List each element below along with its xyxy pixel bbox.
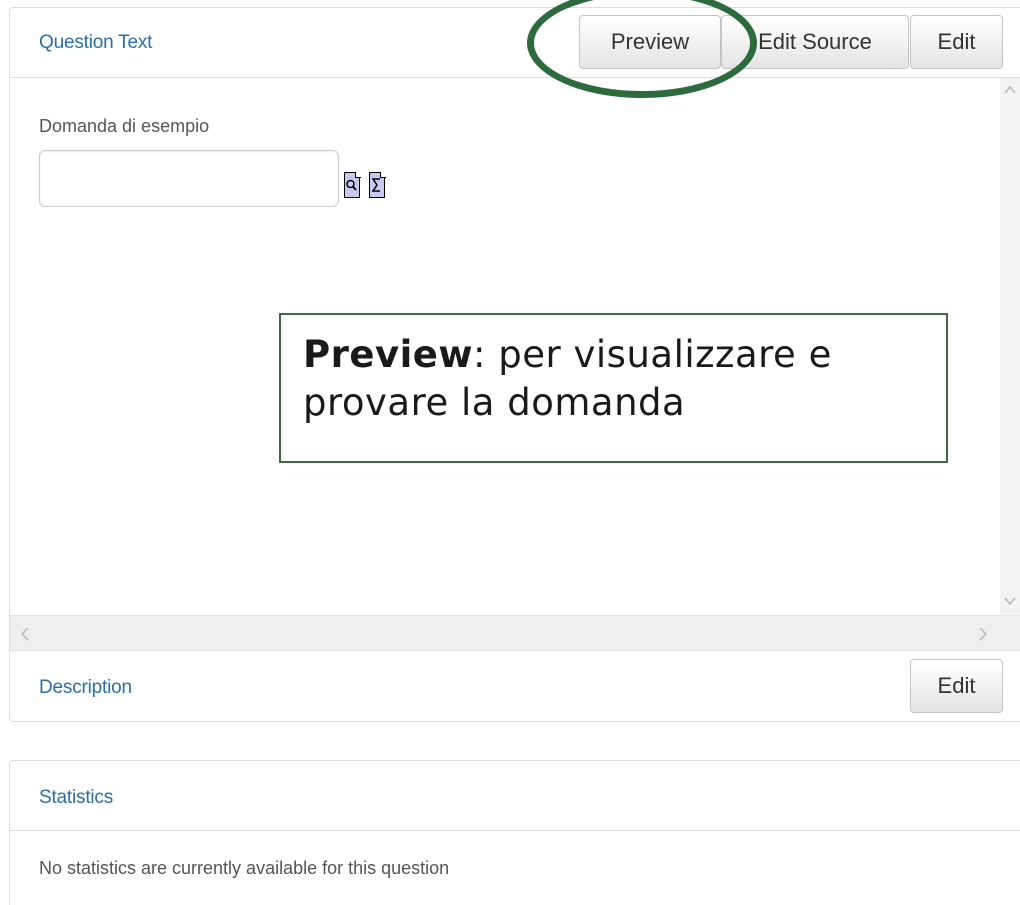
scroll-left-arrow[interactable] bbox=[20, 626, 30, 645]
scroll-right-arrow[interactable] bbox=[978, 626, 988, 645]
preview-button[interactable]: Preview bbox=[579, 15, 721, 69]
magnifier-doc-icon[interactable] bbox=[344, 171, 361, 198]
question-text-header: Question Text Preview Edit Source Edit bbox=[10, 8, 1020, 78]
preview-callout: Preview: per visualizzare e provare la d… bbox=[279, 313, 948, 463]
scroll-up-arrow[interactable] bbox=[1004, 80, 1016, 99]
question-prompt: Domanda di esempio bbox=[39, 116, 210, 136]
vertical-scrollbar[interactable] bbox=[1000, 78, 1020, 615]
statistics-header: Statistics bbox=[10, 761, 1020, 831]
description-header: Description Edit bbox=[10, 651, 1020, 721]
answer-input[interactable] bbox=[39, 150, 339, 207]
statistics-panel: Statistics No statistics are currently a… bbox=[9, 760, 1020, 905]
sigma-doc-icon[interactable] bbox=[369, 171, 386, 198]
callout-bold-text: Preview bbox=[303, 333, 474, 376]
statistics-title: Statistics bbox=[39, 787, 114, 808]
question-text-title: Question Text bbox=[39, 32, 153, 53]
edit-source-button[interactable]: Edit Source bbox=[721, 15, 909, 69]
description-title: Description bbox=[39, 677, 132, 698]
description-panel: Description Edit bbox=[9, 650, 1020, 722]
edit-description-button[interactable]: Edit bbox=[910, 659, 1003, 713]
edit-question-button[interactable]: Edit bbox=[910, 15, 1003, 69]
statistics-message: No statistics are currently available fo… bbox=[39, 858, 450, 878]
scroll-down-arrow[interactable] bbox=[1004, 591, 1016, 610]
horizontal-scrollbar[interactable] bbox=[10, 615, 1020, 653]
